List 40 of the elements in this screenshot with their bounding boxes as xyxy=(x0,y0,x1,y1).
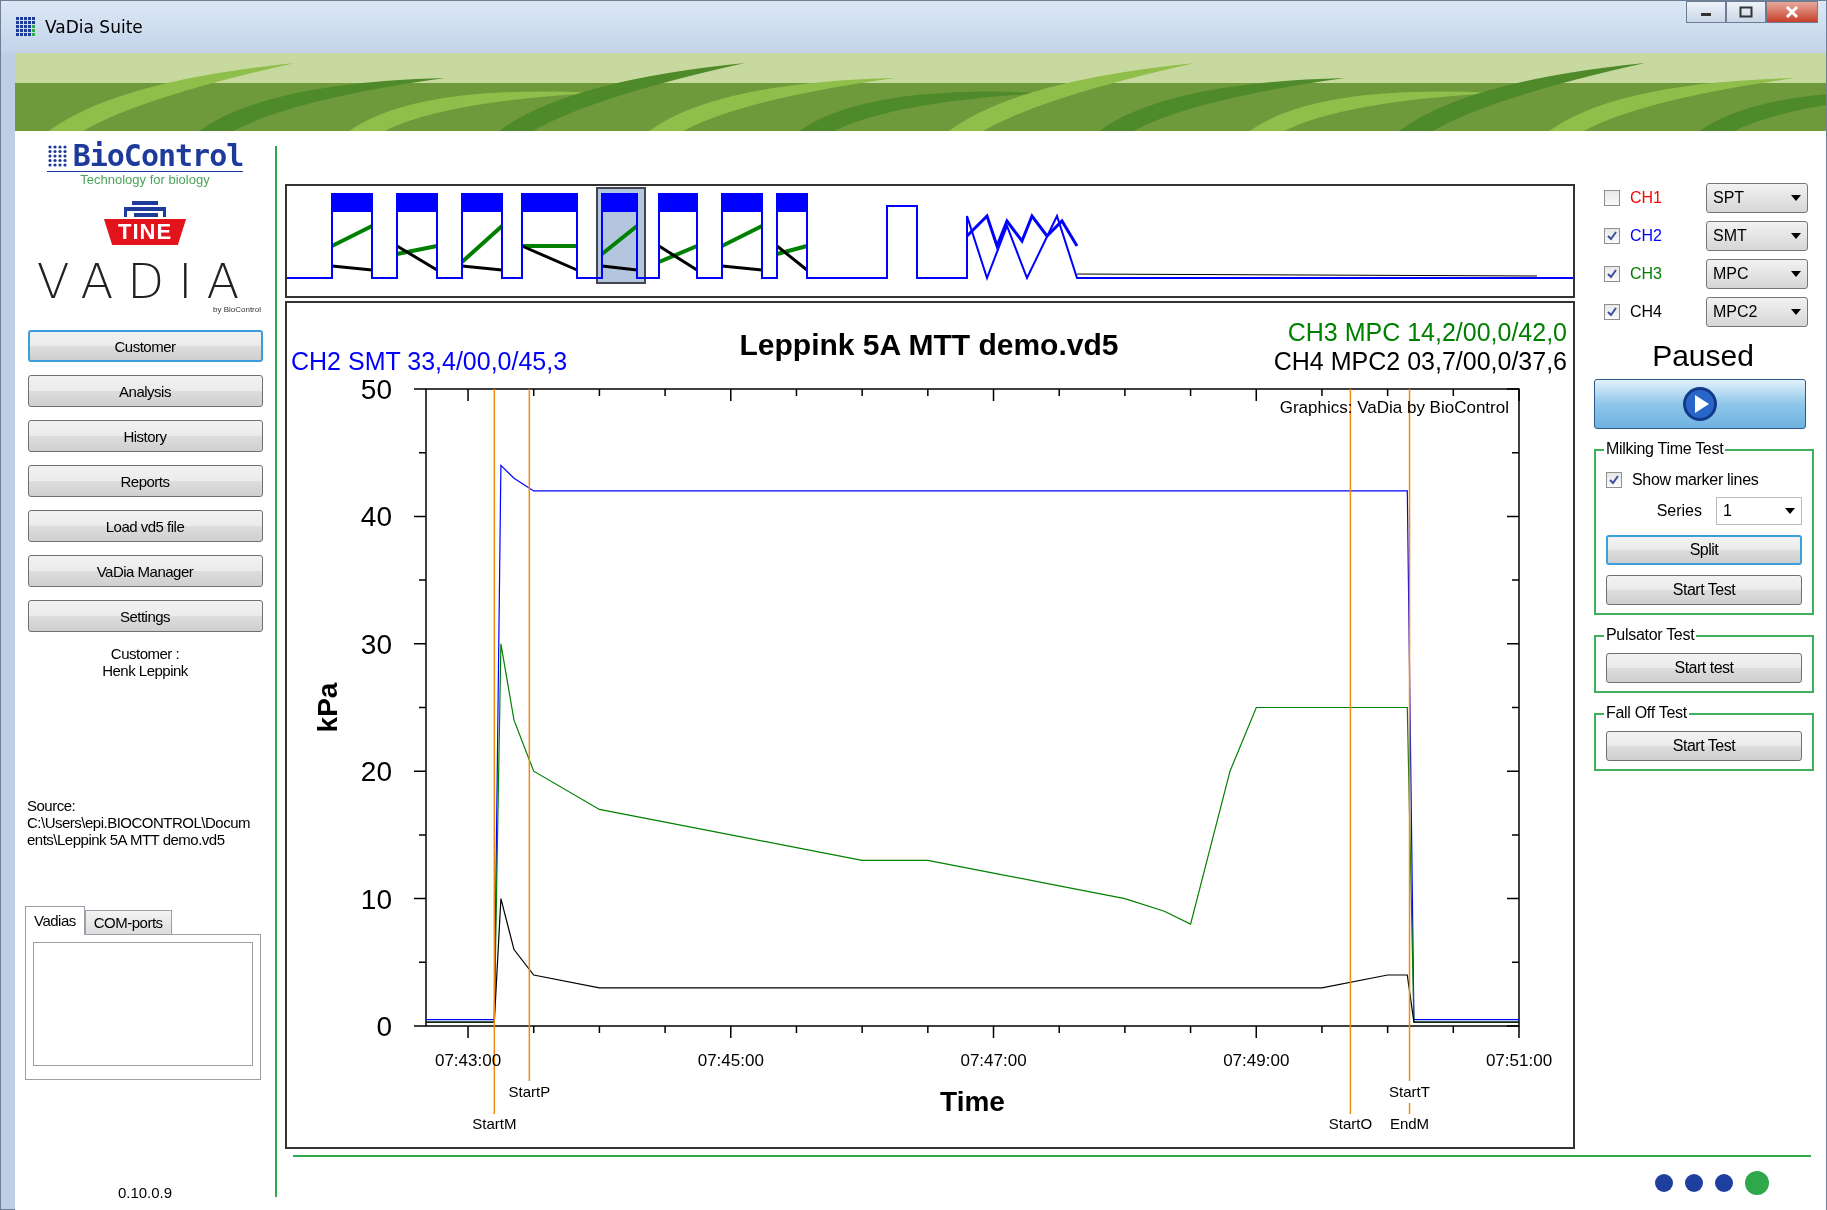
marker-label: EndM xyxy=(1389,1115,1430,1132)
window-title: VaDia Suite xyxy=(45,17,144,37)
channel-label: CH3 xyxy=(1630,265,1663,283)
checkbox-label: Show marker lines xyxy=(1632,471,1759,489)
axis-title: kPa xyxy=(312,682,343,733)
marker-label: StartT xyxy=(1389,1083,1430,1100)
channel-reading: CH2 SMT 33,4/00,0/45,3 xyxy=(291,347,569,376)
tick-label: 07:51:00 xyxy=(1485,1051,1553,1070)
tick-label: 40 xyxy=(360,501,392,533)
marker-label: StartP xyxy=(508,1083,551,1100)
axis-title: Time xyxy=(940,1086,1005,1117)
customer-label: Customer : xyxy=(110,645,180,662)
tick-label: 20 xyxy=(360,756,392,788)
marker-label: StartO xyxy=(1328,1115,1373,1132)
product-logo: VADIA xyxy=(36,257,254,305)
status-label: Paused xyxy=(1651,339,1755,373)
version-label: 0.10.0.9 xyxy=(117,1184,173,1201)
channel-reading: CH4 MPC2 03,7/00,0/37,6 xyxy=(1273,347,1567,376)
channel-label: CH2 xyxy=(1630,227,1663,245)
series-label: Series xyxy=(1656,502,1702,520)
channel-label: CH4 xyxy=(1630,303,1663,321)
customer-name: Henk Leppink xyxy=(102,662,188,679)
marker-label: StartM xyxy=(472,1115,517,1132)
channel-reading: CH3 MPC 14,2/00,0/42,0 xyxy=(1287,318,1567,347)
tick-label: 30 xyxy=(360,628,392,660)
product-byline: by BioControl xyxy=(212,305,261,314)
tick-label: 0 xyxy=(376,1011,392,1042)
chart-title: Leppink 5A MTT demo.vd5 xyxy=(739,328,1119,363)
brand-tagline: Technology for biology xyxy=(80,172,210,187)
tick-label: 50 xyxy=(360,376,392,405)
channel-label: CH1 xyxy=(1630,189,1663,207)
source-path: C:\Users\epi.BIOCONTROL\Documents\Leppink 5A MTT demo.vd5 xyxy=(27,814,252,848)
tick-label: 07:49:00 xyxy=(1223,1051,1290,1070)
group-title: Milking Time Test xyxy=(1604,440,1726,458)
tick-label: 10 xyxy=(360,883,392,915)
partner-logo: TINE xyxy=(103,219,187,245)
tick-label: 07:45:00 xyxy=(697,1051,764,1070)
source-label: Source: xyxy=(27,797,77,814)
brand-logo: BioControl xyxy=(46,141,244,172)
tick-label: 07:47:00 xyxy=(960,1051,1027,1070)
